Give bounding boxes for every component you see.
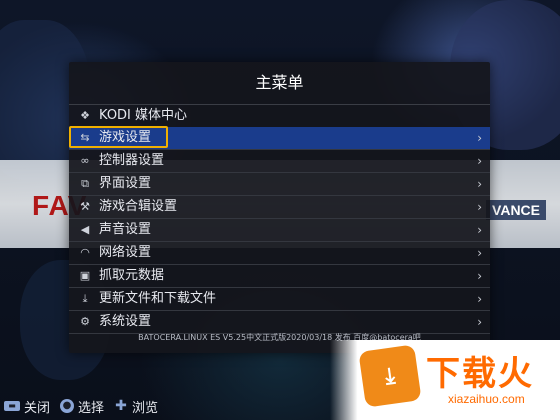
watermark-logo-icon: ⤓ bbox=[358, 344, 422, 408]
menu-item-label: 系统设置 bbox=[99, 314, 152, 329]
menu-item-collection-settings[interactable]: ⚒ 游戏合辑设置 › bbox=[69, 196, 490, 219]
watermark-title: 下载火 bbox=[426, 354, 534, 394]
help-browse[interactable]: ✚ 浏览 bbox=[114, 397, 158, 416]
gears-icon: ⚙ bbox=[80, 315, 90, 328]
speaker-icon: ◀ bbox=[80, 223, 90, 236]
help-select-label: 选择 bbox=[78, 400, 105, 416]
background-text-right: VANCE bbox=[486, 200, 546, 220]
menu-item-scrape-metadata[interactable]: ▣ 抓取元数据 › bbox=[69, 265, 490, 288]
controller-icon: ∞ bbox=[80, 154, 90, 167]
help-close[interactable]: ▬ 关闭 bbox=[4, 397, 50, 416]
help-select[interactable]: ● 选择 bbox=[60, 397, 104, 416]
game-settings-icon: ⇆ bbox=[80, 131, 90, 144]
kodi-icon: ❖ bbox=[80, 109, 90, 122]
watermark-url: xiazaihuo.com bbox=[448, 392, 525, 406]
menu-item-controller-settings[interactable]: ∞ 控制器设置 › bbox=[69, 150, 490, 173]
menu-item-kodi[interactable]: ❖ KODI 媒体中心 bbox=[69, 105, 490, 127]
menu-item-label: 游戏合辑设置 bbox=[99, 199, 178, 214]
menu-item-game-settings[interactable]: ⇆ 游戏设置 › bbox=[69, 126, 490, 150]
menu-item-system-settings[interactable]: ⚙ 系统设置 › bbox=[69, 311, 490, 334]
help-browse-label: 浏览 bbox=[132, 400, 159, 416]
menu-item-updates-downloads[interactable]: ⤓ 更新文件和下载文件 › bbox=[69, 288, 490, 311]
download-icon: ⤓ bbox=[82, 292, 88, 305]
wrench-icon: ⚒ bbox=[80, 200, 90, 213]
chevron-right-icon: › bbox=[477, 246, 482, 260]
menu-item-label: 抓取元数据 bbox=[99, 268, 165, 283]
chevron-right-icon: › bbox=[477, 292, 482, 306]
chevron-right-icon: › bbox=[477, 177, 482, 191]
menu-item-label: KODI 媒体中心 bbox=[99, 108, 188, 123]
menu-item-label: 界面设置 bbox=[99, 176, 152, 191]
wifi-icon: ◠ bbox=[80, 246, 90, 259]
chevron-right-icon: › bbox=[477, 269, 482, 283]
menu-item-interface-settings[interactable]: ⧉ 界面设置 › bbox=[69, 173, 490, 196]
menu-item-label: 控制器设置 bbox=[99, 153, 165, 168]
watermark: ⤓ 下载火 xiazaihuo.com bbox=[330, 340, 560, 420]
chevron-right-icon: › bbox=[477, 154, 482, 168]
interface-icon: ⧉ bbox=[81, 177, 89, 190]
dpad-icon: ✚ bbox=[115, 398, 127, 414]
help-close-label: 关闭 bbox=[24, 400, 51, 416]
chevron-right-icon: › bbox=[477, 223, 482, 237]
chevron-right-icon: › bbox=[477, 200, 482, 214]
chevron-right-icon: › bbox=[477, 131, 482, 145]
main-menu: 主菜单 ❖ KODI 媒体中心 ⇆ 游戏设置 › ∞ 控制器设置 › ⧉ 界面设… bbox=[69, 62, 490, 353]
menu-item-label: 网络设置 bbox=[99, 245, 152, 260]
back-button-icon: ▬ bbox=[4, 401, 20, 411]
menu-item-sound-settings[interactable]: ◀ 声音设置 › bbox=[69, 219, 490, 242]
scrape-icon: ▣ bbox=[79, 269, 91, 282]
menu-item-network-settings[interactable]: ◠ 网络设置 › bbox=[69, 242, 490, 265]
menu-title: 主菜单 bbox=[69, 62, 490, 105]
chevron-right-icon: › bbox=[477, 315, 482, 329]
menu-item-label: 更新文件和下载文件 bbox=[99, 291, 217, 306]
a-button-icon: ● bbox=[60, 399, 75, 413]
menu-list: ❖ KODI 媒体中心 ⇆ 游戏设置 › ∞ 控制器设置 › ⧉ 界面设置 › … bbox=[69, 105, 490, 334]
menu-item-label: 声音设置 bbox=[99, 222, 152, 237]
